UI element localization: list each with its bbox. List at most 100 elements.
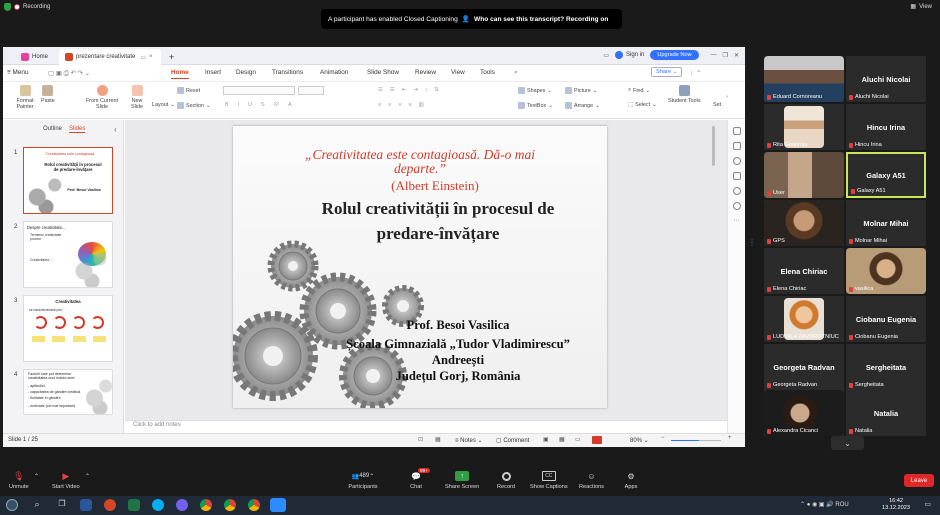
table-icon[interactable]: ▦ xyxy=(435,436,441,443)
viber-icon[interactable] xyxy=(176,499,188,511)
arrange-button[interactable]: Arrange ⌄ xyxy=(565,102,600,109)
slide-thumbnail-1[interactable]: "Creativitatea este contagioasă. Rolul c… xyxy=(23,147,113,214)
menu-item-insert[interactable]: Insert xyxy=(205,69,221,76)
align-right-icon[interactable]: ≡ xyxy=(398,102,401,108)
layout-icon[interactable]: ▭ xyxy=(603,52,609,59)
gallery-next-page-button[interactable]: ⌄ xyxy=(831,436,864,450)
tab-outline[interactable]: Outline xyxy=(43,126,62,133)
participant-tile[interactable]: LUDMILA ZAVOROTNIUC xyxy=(764,296,844,342)
slide-thumbnail-3[interactable]: Creativitatea se caracterizează prin: xyxy=(23,295,113,362)
zoom-slider[interactable] xyxy=(671,440,721,441)
align-center-icon[interactable]: ≡ xyxy=(388,102,391,108)
sign-in-button[interactable]: Sign in xyxy=(615,51,644,59)
reset-button[interactable]: Reset xyxy=(177,87,200,94)
chat-button[interactable]: 💬 99+ Chat xyxy=(409,468,430,490)
word-icon[interactable] xyxy=(80,499,92,511)
collapse-panel-icon[interactable]: ‹ xyxy=(114,125,117,134)
canvas-scrollbar[interactable] xyxy=(712,126,715,166)
underline-icon[interactable]: U xyxy=(248,102,252,108)
format-painter-button[interactable]: Format Painter xyxy=(13,85,37,110)
settings-icon[interactable] xyxy=(732,172,741,180)
minimize-icon[interactable]: — xyxy=(711,52,717,58)
find-button[interactable]: ⌕ Find ⌄ xyxy=(628,87,650,94)
from-current-slide-button[interactable]: From Current Slide xyxy=(83,85,121,110)
record-button[interactable]: Record xyxy=(497,471,515,490)
powerpoint-icon[interactable] xyxy=(104,499,116,511)
participant-tile[interactable]: Rita Godoroja xyxy=(764,104,844,150)
video-options-chevron-icon[interactable]: ⌃ xyxy=(85,473,90,480)
star-icon[interactable] xyxy=(732,157,741,165)
columns-icon[interactable]: ▥ xyxy=(419,102,424,108)
chrome-profile-icon[interactable] xyxy=(224,499,236,511)
font-style-buttons[interactable]: B I U S X² A xyxy=(225,102,292,108)
section-button[interactable]: Section ⌄ xyxy=(177,102,211,109)
help-icon[interactable] xyxy=(732,202,741,210)
start-video-button[interactable]: ▶ Start Video xyxy=(52,471,80,491)
picture-button[interactable]: Picture ⌄ xyxy=(565,87,597,94)
select-button[interactable]: ⬚ Select ⌄ xyxy=(628,102,657,108)
justify-icon[interactable]: ≡ xyxy=(408,102,411,108)
notes-toggle[interactable]: ≡ Notes ⌄ xyxy=(455,437,483,444)
unmute-button[interactable]: 🎙 Unmute xyxy=(9,471,29,491)
menu-item-home[interactable]: Home xyxy=(171,69,189,79)
more-options-icon[interactable]: ⋮ ⌃ xyxy=(688,69,702,77)
leave-button[interactable]: Leave xyxy=(904,474,934,487)
comment-button[interactable]: ▢ Comment xyxy=(496,437,529,444)
reactions-button[interactable]: ☺ Reactions xyxy=(579,471,604,491)
menu-item-animation[interactable]: Animation xyxy=(320,69,348,76)
layout-button[interactable]: Layout ⌄ xyxy=(152,102,175,108)
play-slideshow-icon[interactable] xyxy=(592,436,602,444)
show-captions-button[interactable]: CC Show Captions xyxy=(530,471,568,490)
font-name-field[interactable] xyxy=(223,86,295,95)
upgrade-button[interactable]: Upgrade Now xyxy=(650,50,699,60)
reading-view-icon[interactable]: ▭ xyxy=(575,436,581,443)
bold-icon[interactable]: B xyxy=(225,102,229,108)
line-spacing-icon[interactable]: ↕ xyxy=(425,87,428,93)
participant-tile[interactable]: User xyxy=(764,152,844,198)
outdent-icon[interactable]: ⇥ xyxy=(413,87,418,93)
normal-view-icon[interactable]: ▣ xyxy=(543,436,549,443)
align-left-icon[interactable]: ≡ xyxy=(378,102,381,108)
quick-access-icons[interactable]: ▢ ▣ ⎙ ↶ ↷ ⌄ xyxy=(48,69,90,78)
slide-thumbnail-4[interactable]: Factorii care pot determina creativitate… xyxy=(23,369,113,415)
ribbon-scroll-right-icon[interactable]: › xyxy=(726,94,728,100)
skype-icon[interactable] xyxy=(152,499,164,511)
menu-button[interactable]: ≡ Menu xyxy=(7,69,29,76)
zoom-out-icon[interactable]: − xyxy=(661,435,665,441)
start-icon[interactable] xyxy=(6,499,18,511)
gallery-resize-handle[interactable]: ⋮ xyxy=(748,238,756,247)
strike-icon[interactable]: S xyxy=(261,102,265,108)
paste-button[interactable]: Paste xyxy=(41,85,55,104)
participant-tile[interactable]: Molnar Mihai Molnar Mihai xyxy=(846,200,926,246)
close-icon[interactable]: ✕ xyxy=(734,52,739,59)
participant-tile[interactable]: Aluchi Nicolai Aluchi Nicolai xyxy=(846,56,926,102)
participant-tile[interactable]: Hincu Irina Hincu Irina xyxy=(846,104,926,150)
new-tab-button[interactable]: + xyxy=(163,49,180,65)
participant-tile[interactable]: Natalia Natalia xyxy=(846,390,926,436)
taskbar-clock[interactable]: 16:42 13.12.2023 xyxy=(882,498,910,512)
italic-icon[interactable]: I xyxy=(238,102,240,108)
participant-tile[interactable]: vasilica xyxy=(846,248,926,294)
excel-icon[interactable] xyxy=(128,499,140,511)
font-color-icon[interactable]: A xyxy=(288,102,292,108)
share-screen-button[interactable]: ↑ Share Screen xyxy=(445,471,479,490)
notice-link[interactable]: Who can see this transcript? Recording o… xyxy=(474,16,608,23)
participant-tile-active-speaker[interactable]: Galaxy A51 Galaxy A51 xyxy=(846,152,926,198)
slide-title[interactable]: Rolul creativității în procesul de preda… xyxy=(293,196,583,246)
participant-tile[interactable]: Sergheitata Sergheitata xyxy=(846,344,926,390)
menu-item-view[interactable]: View xyxy=(451,69,465,76)
slide-sorter-icon[interactable]: ▦ xyxy=(559,436,565,443)
search-icon[interactable]: ⌕ xyxy=(514,69,518,77)
fit-icon[interactable]: ⊡ xyxy=(418,436,423,443)
new-slide-button[interactable]: New Slide xyxy=(127,85,147,110)
slide-quote-author[interactable]: (Albert Einstein) xyxy=(233,178,607,194)
alignment-buttons[interactable]: ≡ ≡ ≡ ≡ ▥ xyxy=(378,102,424,108)
tab-slides[interactable]: Slides xyxy=(69,126,86,133)
search-icon[interactable]: ⌕ xyxy=(31,499,43,511)
view-button[interactable]: ▦ View xyxy=(910,3,932,11)
menu-item-review[interactable]: Review xyxy=(415,69,436,76)
participant-tile[interactable]: Alexandra Cicanci xyxy=(764,390,844,436)
participant-tile[interactable]: GPS xyxy=(764,200,844,246)
more-icon[interactable]: ⋯ xyxy=(733,217,741,225)
current-slide[interactable]: „Creativitatea este contagioasă. Dă-o ma… xyxy=(233,126,607,408)
